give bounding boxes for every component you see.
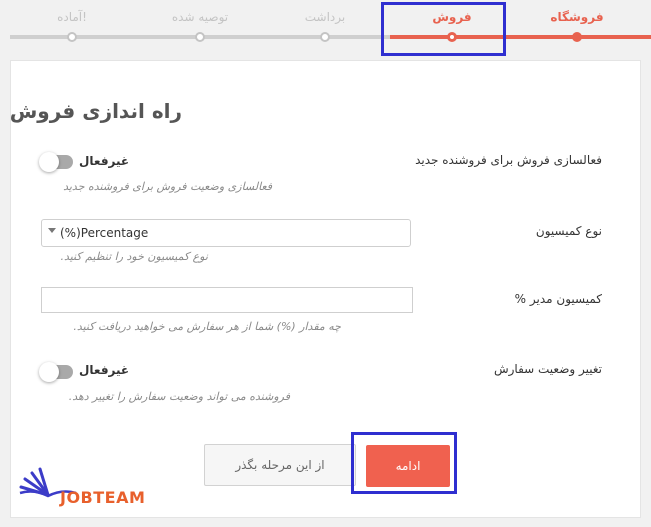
step-store-label[interactable]: فروشگاه xyxy=(550,10,603,24)
enable-selling-label: فعالسازی فروش برای فروشنده جدید xyxy=(415,153,602,167)
step-withdraw-label[interactable]: برداشت xyxy=(305,10,345,24)
commission-type-label: نوع کمیسیون xyxy=(535,224,602,238)
step-ready-dot[interactable] xyxy=(67,32,77,42)
selling-setup-card: راه اندازی فروش فعالسازی فروش برای فروشن… xyxy=(10,60,641,518)
logo-wordmark: JOBTEAM xyxy=(60,488,146,507)
toggle-knob xyxy=(39,362,59,382)
order-status-label: تغییر وضعیت سفارش xyxy=(493,362,602,376)
step-recommended-label[interactable]: توصیه شده xyxy=(172,10,228,24)
highlight-continue-button xyxy=(351,432,457,494)
step-store-dot[interactable] xyxy=(572,32,582,42)
admin-commission-input[interactable] xyxy=(41,287,413,313)
step-withdraw-dot[interactable] xyxy=(320,32,330,42)
step-recommended-dot[interactable] xyxy=(195,32,205,42)
commission-type-select[interactable]: (%)Percentage xyxy=(41,219,411,247)
toggle-knob xyxy=(39,152,59,172)
chevron-down-icon xyxy=(48,228,56,233)
order-status-toggle[interactable] xyxy=(39,362,73,382)
jobteam-logo: JOBTEAM xyxy=(18,465,158,515)
step-ready-label[interactable]: آماده! xyxy=(57,10,87,24)
highlight-current-step xyxy=(381,2,506,56)
setup-wizard-stepper: فروشگاه فروش برداشت توصیه شده آماده! xyxy=(0,0,651,46)
order-status-help: فروشنده می تواند وضعیت سفارش را تغییر ده… xyxy=(68,390,290,403)
commission-type-help: نوع کمیسیون خود را تنظیم کنید. xyxy=(60,250,208,263)
commission-type-value: (%)Percentage xyxy=(60,226,149,240)
page-title: راه اندازی فروش xyxy=(9,99,182,123)
skip-step-button[interactable]: از این مرحله بگذر xyxy=(204,444,356,486)
enable-selling-toggle[interactable] xyxy=(39,152,73,172)
enable-selling-state: غیرفعال xyxy=(79,154,130,168)
enable-selling-help: فعالسازی وضعیت فروش برای فروشنده جدید xyxy=(63,180,272,193)
admin-commission-help: چه مقدار (%) شما از هر سفارش می خواهید د… xyxy=(73,320,341,333)
admin-commission-label: کمیسیون مدیر % xyxy=(514,292,602,306)
order-status-state: غیرفعال xyxy=(79,363,130,377)
